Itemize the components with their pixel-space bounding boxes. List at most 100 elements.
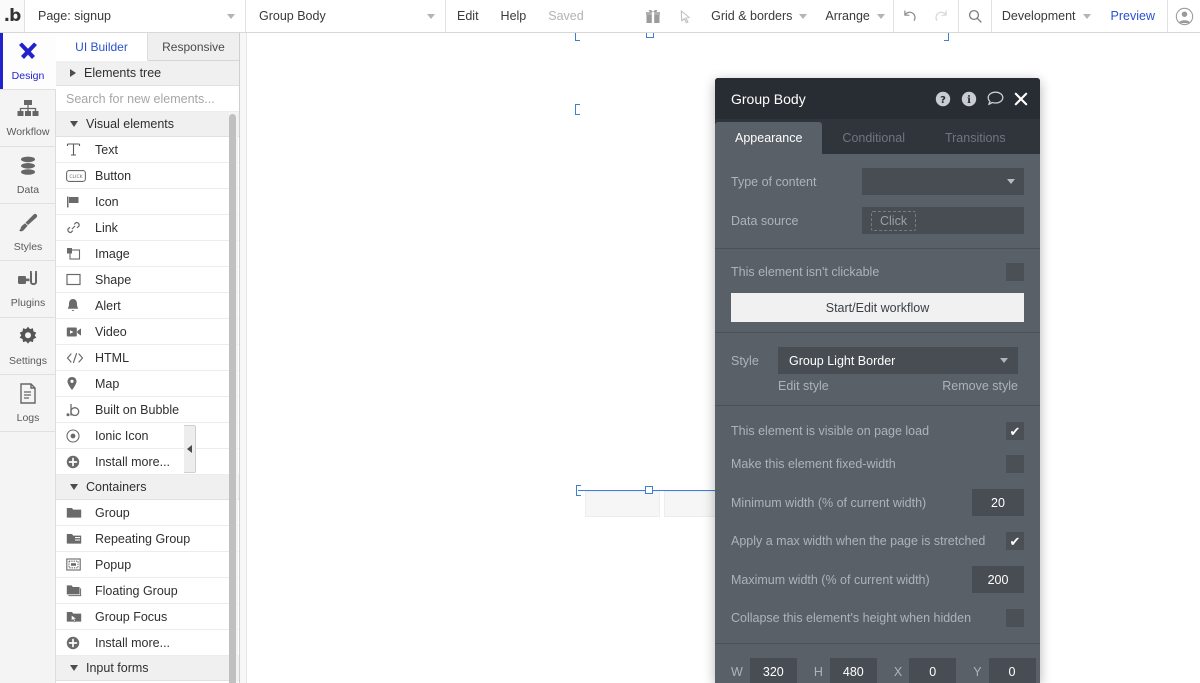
edit-menu[interactable]: Edit (446, 0, 490, 32)
sidebar-item-logs[interactable]: Logs (0, 375, 56, 432)
tab-ui-builder[interactable]: UI Builder (56, 33, 148, 61)
version-group: Development Preview (990, 0, 1167, 32)
element-selector[interactable]: Group Body (246, 0, 446, 32)
version-selector[interactable]: Development (992, 0, 1099, 32)
max-width-apply-checkbox[interactable]: ✔ (1006, 532, 1024, 550)
sidebar-item-styles[interactable]: Styles (0, 204, 56, 261)
page-selector[interactable]: Page: signup (25, 0, 246, 32)
not-clickable-checkbox[interactable] (1006, 263, 1024, 281)
grid-borders-menu[interactable]: Grid & borders (701, 0, 815, 32)
plus-circle-icon (66, 454, 88, 470)
selection-handle-mid-left[interactable] (575, 104, 580, 115)
style-select[interactable]: Group Light Border (778, 347, 1018, 374)
visible-on-load-checkbox[interactable]: ✔ (1006, 422, 1024, 440)
bubble-editor-window: .b Page: signup Group Body Edit Help Sav… (0, 0, 1200, 683)
width-input[interactable]: 320 (749, 658, 797, 683)
tab-responsive[interactable]: Responsive (148, 33, 239, 60)
element-item-video[interactable]: Video (56, 319, 239, 345)
element-item-group[interactable]: Group (56, 500, 239, 526)
tab-appearance[interactable]: Appearance (715, 122, 823, 154)
edit-style-link[interactable]: Edit style (778, 379, 829, 393)
sidebar-item-settings[interactable]: Settings (0, 318, 56, 375)
cursor-arrow-icon[interactable] (669, 0, 701, 32)
design-pencils-icon (16, 41, 40, 68)
gift-icon[interactable] (637, 0, 669, 32)
y-label: Y (973, 664, 982, 679)
elements-scrollbar-track[interactable] (229, 112, 238, 683)
element-item-image[interactable]: Image (56, 241, 239, 267)
element-item-text[interactable]: Text (56, 137, 239, 163)
section-visual-elements[interactable]: Visual elements (56, 112, 239, 137)
style-row: Style Group Light Border (731, 347, 1024, 374)
height-input[interactable]: 480 (829, 658, 877, 683)
element-item-group-focus[interactable]: Group Focus (56, 604, 239, 630)
collapse-height-checkbox[interactable] (1006, 609, 1024, 627)
y-input[interactable]: 0 (988, 658, 1036, 683)
section-label: Input forms (86, 661, 149, 675)
comment-bubble-icon[interactable] (987, 91, 1004, 106)
max-width-input[interactable]: 200 (972, 566, 1024, 593)
element-item-link[interactable]: Link (56, 215, 239, 241)
element-item-built-on-bubble[interactable]: Built on Bubble (56, 397, 239, 423)
height-label: H (813, 664, 823, 679)
selection-handle-top-center[interactable] (646, 33, 654, 38)
min-width-input[interactable]: 20 (972, 489, 1024, 516)
section-input-forms[interactable]: Input forms (56, 656, 239, 681)
selection-handle-bottom-left[interactable] (576, 485, 581, 496)
paintbrush-icon (17, 212, 40, 239)
element-item-install-more-visual[interactable]: Install more... (56, 449, 239, 475)
tab-conditional[interactable]: Conditional (822, 122, 925, 154)
element-label: Video (95, 324, 127, 339)
search-input[interactable]: Search for new elements... (56, 86, 239, 112)
collapse-left-arrow-icon[interactable] (184, 425, 196, 473)
element-item-icon[interactable]: Icon (56, 189, 239, 215)
sidebar-item-plugins[interactable]: Plugins (0, 261, 56, 318)
tab-transitions[interactable]: Transitions (925, 122, 1026, 154)
element-item-html[interactable]: HTML (56, 345, 239, 371)
element-item-repeating-group[interactable]: Repeating Group (56, 526, 239, 552)
element-item-alert[interactable]: Alert (56, 293, 239, 319)
element-item-button[interactable]: CLICK Button (56, 163, 239, 189)
selection-handle-top-right[interactable] (944, 33, 949, 41)
arrange-menu[interactable]: Arrange (815, 0, 892, 32)
user-avatar-icon[interactable] (1168, 0, 1200, 32)
element-item-floating-group[interactable]: Floating Group (56, 578, 239, 604)
element-item-install-more-containers[interactable]: Install more... (56, 630, 239, 656)
section-containers[interactable]: Containers (56, 475, 239, 500)
type-of-content-select[interactable] (862, 168, 1024, 195)
element-item-shape[interactable]: Shape (56, 267, 239, 293)
sidebar-item-data[interactable]: Data (0, 147, 56, 204)
info-icon[interactable]: i (961, 91, 977, 107)
x-input[interactable]: 0 (909, 658, 957, 683)
data-source-input[interactable]: Click (862, 207, 1024, 234)
sidebar-item-label: Data (16, 183, 40, 196)
help-question-icon[interactable]: ? (935, 91, 951, 107)
selection-handle-bottom-center[interactable] (645, 486, 653, 494)
sidebar-item-label: Styles (13, 240, 43, 253)
preview-button[interactable]: Preview (1099, 0, 1167, 32)
element-item-map[interactable]: Map (56, 371, 239, 397)
selection-handle-top-left[interactable] (575, 33, 580, 41)
undo-icon[interactable] (894, 0, 926, 32)
remove-style-link[interactable]: Remove style (942, 379, 1018, 393)
height-field: H 480 (814, 658, 877, 683)
start-edit-workflow-button[interactable]: Start/Edit workflow (731, 293, 1024, 322)
fixed-width-checkbox[interactable] (1006, 455, 1024, 473)
inspector-title: Group Body (731, 90, 806, 107)
redo-icon[interactable] (926, 0, 958, 32)
sidebar-item-workflow[interactable]: Workflow (0, 90, 56, 147)
element-item-popup[interactable]: Popup (56, 552, 239, 578)
bubble-logo-icon[interactable]: .b (0, 0, 25, 32)
elements-scrollbar-thumb[interactable] (229, 114, 236, 683)
search-icon[interactable] (959, 0, 991, 32)
help-menu[interactable]: Help (490, 0, 538, 32)
element-label: Button (95, 168, 132, 183)
popup-frame-icon (66, 557, 88, 573)
element-item-ionic-icon[interactable]: Ionic Icon (56, 423, 239, 449)
arrange-label: Arrange (825, 9, 870, 23)
sidebar-item-design[interactable]: Design (0, 33, 56, 90)
element-label: Install more... (95, 635, 171, 650)
close-x-icon[interactable] (1014, 92, 1028, 106)
elements-tree-toggle[interactable]: Elements tree (56, 61, 239, 86)
style-value: Group Light Border (789, 353, 896, 368)
